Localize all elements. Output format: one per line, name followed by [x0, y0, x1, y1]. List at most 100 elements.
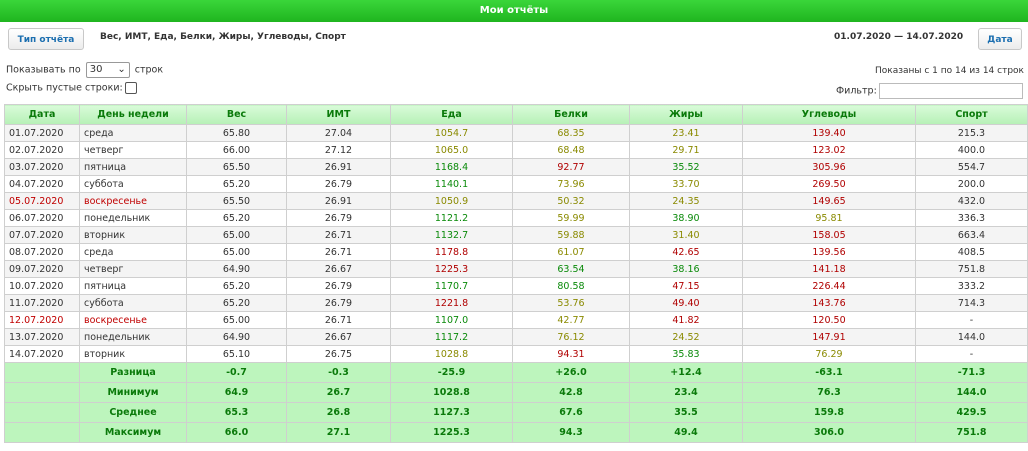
cell-ves: 65.20: [186, 294, 287, 312]
cell-imt: 27.12: [286, 141, 391, 159]
cell-imt: 26.79: [286, 277, 391, 295]
summary-sport: 751.8: [915, 422, 1028, 443]
cell-ugl: 305.96: [742, 158, 916, 176]
summary-sport: -71.3: [915, 362, 1028, 383]
cell-imt: 26.79: [286, 209, 391, 227]
page-header: Мои отчёты: [0, 0, 1028, 22]
cell-date: 07.07.2020: [4, 226, 80, 244]
page-size-control: Показывать по 30 ⌄ строк: [6, 62, 163, 78]
cell-sport: 554.7: [915, 158, 1028, 176]
summary-belki: +26.0: [512, 362, 630, 383]
summary-zhiry: 23.4: [629, 382, 743, 403]
cell-sport: 432.0: [915, 192, 1028, 210]
cell-zhiry: 42.65: [629, 243, 743, 261]
date-button[interactable]: Дата: [978, 28, 1022, 50]
summary-blank: [4, 402, 80, 423]
hide-empty-checkbox[interactable]: [124, 82, 137, 94]
hide-empty-label: Скрыть пустые строки:: [6, 82, 123, 94]
cell-date: 08.07.2020: [4, 243, 80, 261]
cell-ugl: 226.44: [742, 277, 916, 295]
report-type-value: Вес, ИМТ, Еда, Белки, Жиры, Углеводы, Сп…: [100, 32, 346, 42]
cell-eda: 1050.9: [390, 192, 513, 210]
cell-ugl: 76.29: [742, 345, 916, 363]
filter-input[interactable]: [878, 83, 1023, 99]
cell-date: 01.07.2020: [4, 124, 80, 142]
cell-day: среда: [79, 124, 187, 142]
cell-ugl: 149.65: [742, 192, 916, 210]
summary-row: Разница -0.7 -0.3 -25.9 +26.0 +12.4 -63.1 -71.3: [4, 362, 1028, 383]
column-header[interactable]: Углеводы: [742, 104, 916, 125]
cell-sport: 336.3: [915, 209, 1028, 227]
summary-ves: 66.0: [186, 422, 287, 443]
summary-sport: 144.0: [915, 382, 1028, 403]
cell-zhiry: 31.40: [629, 226, 743, 244]
cell-zhiry: 29.71: [629, 141, 743, 159]
cell-date: 03.07.2020: [4, 158, 80, 176]
cell-imt: 26.79: [286, 175, 391, 193]
cell-date: 14.07.2020: [4, 345, 80, 363]
cell-eda: 1140.1: [390, 175, 513, 193]
cell-sport: 200.0: [915, 175, 1028, 193]
cell-date: 13.07.2020: [4, 328, 80, 346]
cell-sport: 215.3: [915, 124, 1028, 142]
page-size-select[interactable]: 30 ⌄: [85, 62, 130, 78]
cell-sport: 751.8: [915, 260, 1028, 278]
cell-eda: 1225.3: [390, 260, 513, 278]
cell-day: суббота: [79, 175, 187, 193]
summary-blank: [4, 422, 80, 443]
cell-ves: 65.00: [186, 226, 287, 244]
cell-day: суббота: [79, 294, 187, 312]
column-header[interactable]: Белки: [512, 104, 630, 125]
summary-row: Среднее 65.3 26.8 1127.3 67.6 35.5 159.8 429.5: [4, 402, 1028, 423]
table-row: 09.07.2020 четверг 64.90 26.67 1225.3 63.54 38…: [4, 260, 1028, 278]
cell-belki: 68.48: [512, 141, 630, 159]
column-header[interactable]: ИМТ: [286, 104, 391, 125]
table-row: 06.07.2020 понедельник 65.20 26.79 1121.2 59.…: [4, 209, 1028, 227]
cell-sport: 400.0: [915, 141, 1028, 159]
cell-ugl: 158.05: [742, 226, 916, 244]
filter-label: Фильтр:: [836, 85, 877, 97]
table-row: 10.07.2020 пятница 65.20 26.79 1170.7 80.58 47…: [4, 277, 1028, 295]
cell-eda: 1178.8: [390, 243, 513, 261]
cell-eda: 1170.7: [390, 277, 513, 295]
summary-imt: 26.7: [286, 382, 391, 403]
cell-day: четверг: [79, 141, 187, 159]
cell-ves: 65.20: [186, 175, 287, 193]
report-type-button[interactable]: Тип отчёта: [8, 28, 84, 50]
cell-sport: 663.4: [915, 226, 1028, 244]
summary-imt: 26.8: [286, 402, 391, 423]
summary-eda: 1028.8: [390, 382, 513, 403]
summary-eda: 1225.3: [390, 422, 513, 443]
summary-ves: -0.7: [186, 362, 287, 383]
table-row: 13.07.2020 понедельник 64.90 26.67 1117.2 76.…: [4, 328, 1028, 346]
summary-blank: [4, 362, 80, 383]
cell-zhiry: 24.52: [629, 328, 743, 346]
column-header[interactable]: Дата: [4, 104, 80, 125]
cell-belki: 53.76: [512, 294, 630, 312]
summary-ugl: 159.8: [742, 402, 916, 423]
cell-day: понедельник: [79, 328, 187, 346]
column-header[interactable]: Спорт: [915, 104, 1028, 125]
cell-ugl: 143.76: [742, 294, 916, 312]
cell-ves: 65.10: [186, 345, 287, 363]
summary-row: Максимум 66.0 27.1 1225.3 94.3 49.4 306.0 751.8: [4, 422, 1028, 443]
column-header[interactable]: День недели: [79, 104, 187, 125]
cell-eda: 1132.7: [390, 226, 513, 244]
cell-day: понедельник: [79, 209, 187, 227]
cell-date: 04.07.2020: [4, 175, 80, 193]
cell-day: пятница: [79, 277, 187, 295]
page-size-value: 30: [89, 64, 103, 75]
header-row: Дата День недели Вес ИМТ Еда Белки Жиры Углевод…: [4, 104, 1028, 125]
column-header[interactable]: Вес: [186, 104, 287, 125]
cell-date: 10.07.2020: [4, 277, 80, 295]
cell-day: воскресенье: [79, 192, 187, 210]
cell-belki: 80.58: [512, 277, 630, 295]
cell-belki: 94.31: [512, 345, 630, 363]
summary-sport: 429.5: [915, 402, 1028, 423]
summary-zhiry: 35.5: [629, 402, 743, 423]
column-header[interactable]: Еда: [390, 104, 513, 125]
column-header[interactable]: Жиры: [629, 104, 743, 125]
summary-ves: 64.9: [186, 382, 287, 403]
cell-sport: 408.5: [915, 243, 1028, 261]
summary-belki: 42.8: [512, 382, 630, 403]
